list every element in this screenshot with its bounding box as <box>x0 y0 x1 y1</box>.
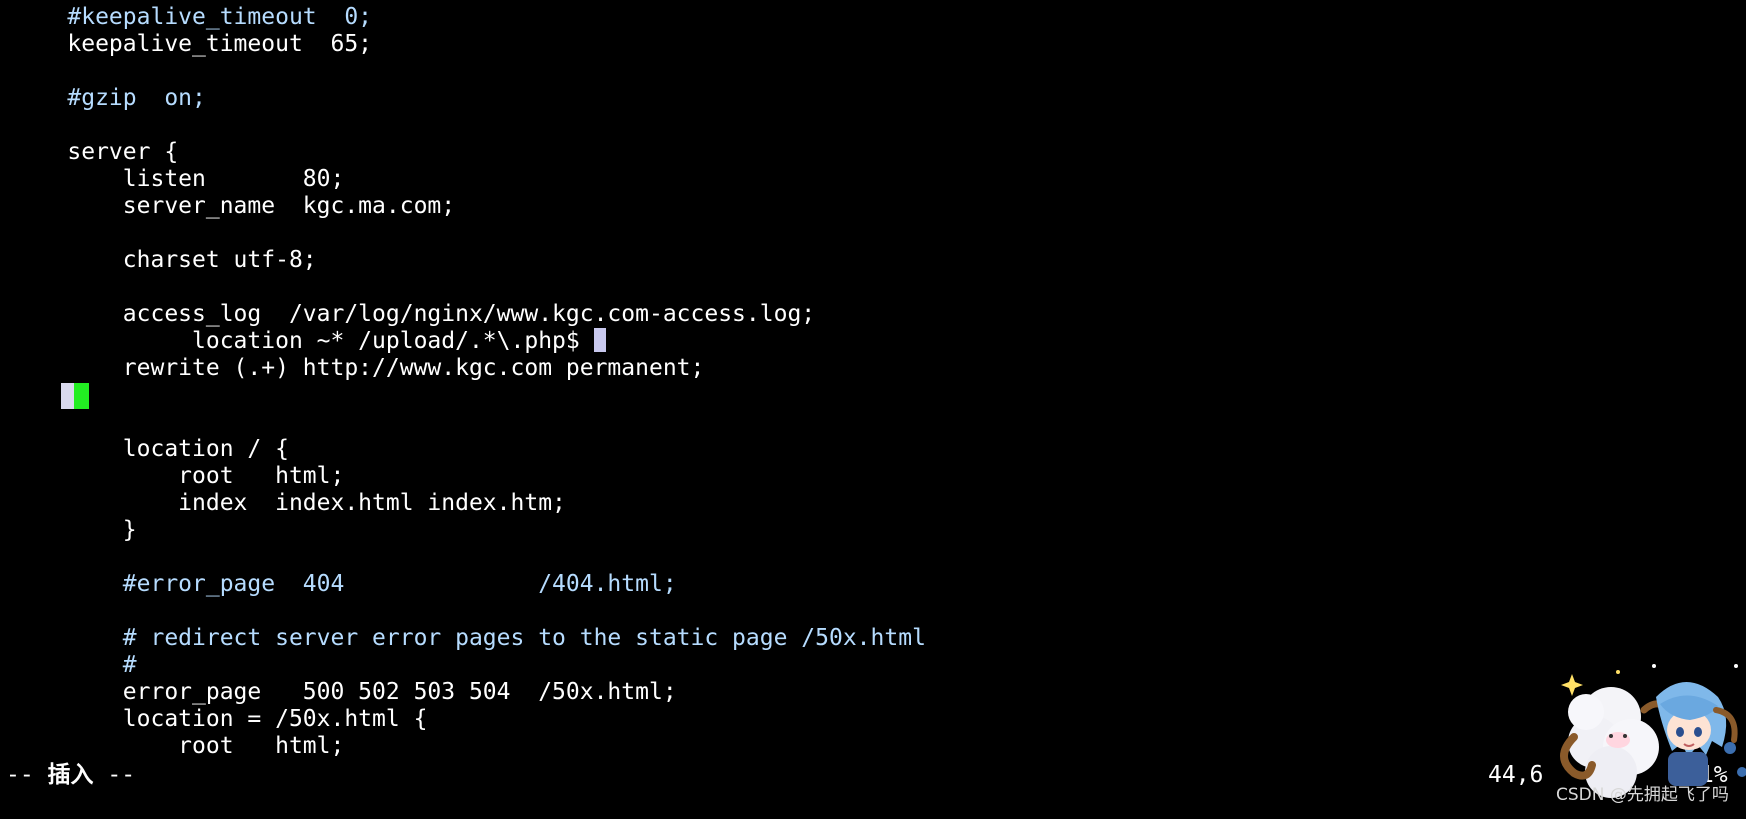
code-text: # redirect server error pages to the sta… <box>122 625 926 651</box>
code-text: server_name kgc.ma.com; <box>122 193 456 219</box>
code-text: } <box>122 517 137 543</box>
code-line: } <box>12 517 137 544</box>
code-text: index index.html index.htm; <box>178 490 566 516</box>
code-text: access_log /var/log/nginx/www.kgc.com-ac… <box>122 301 816 327</box>
code-text: listen 80; <box>122 166 345 192</box>
code-line: rewrite (.+) http://www.kgc.com permanen… <box>12 355 705 382</box>
code-line: # redirect server error pages to the sta… <box>12 625 926 652</box>
code-text: #gzip on; <box>67 85 206 111</box>
terminal-window[interactable]: #keepalive_timeout 0; keepalive_timeout … <box>0 0 1746 815</box>
code-line: server_name kgc.ma.com; <box>12 193 455 220</box>
code-line: #error_page 404 /404.html; <box>12 571 677 598</box>
code-text: keepalive_timeout 65; <box>67 31 373 57</box>
vim-status-line: -- 插入 -- 44,6 31% <box>0 762 1746 789</box>
code-line: location = /50x.html { <box>12 706 428 733</box>
code-text: error_page 500 502 503 504 /50x.html; <box>122 679 677 705</box>
code-line: #gzip on; <box>12 85 206 112</box>
code-text: location = /50x.html { <box>122 706 428 732</box>
code-line: server { <box>12 139 178 166</box>
code-line: index index.html index.htm; <box>12 490 566 517</box>
code-line: #keepalive_timeout 0; <box>12 4 372 31</box>
code-text: location ~* /upload/.*\.php$ <box>192 328 594 354</box>
text-cursor <box>593 328 606 352</box>
code-line: access_log /var/log/nginx/www.kgc.com-ac… <box>12 301 815 328</box>
code-text: root html; <box>178 733 345 759</box>
mode-indicator: -- 插入 -- <box>6 762 136 788</box>
code-line: listen 80; <box>12 166 345 193</box>
code-line: charset utf-8; <box>12 247 317 274</box>
code-line: error_page 500 502 503 504 /50x.html; <box>12 679 677 706</box>
code-text: rewrite (.+) http://www.kgc.com permanen… <box>122 355 705 381</box>
code-line: # <box>12 652 137 679</box>
code-text: server { <box>67 139 179 165</box>
code-line: root html; <box>12 463 344 490</box>
code-text: #error_page 404 /404.html; <box>122 571 677 597</box>
code-text: location / { <box>122 436 289 462</box>
csdn-watermark: CSDN @先拥起飞了吗 <box>1556 785 1729 805</box>
code-line: location / { <box>12 436 289 463</box>
code-text: #keepalive_timeout 0; <box>67 4 373 30</box>
code-line: keepalive_timeout 65; <box>12 31 372 58</box>
cursor-position: 44,6 <box>1488 762 1544 788</box>
code-text: root html; <box>178 463 345 489</box>
insert-cursor <box>61 383 89 409</box>
code-line: location ~* /upload/.*\.php$ <box>12 328 606 355</box>
code-line: root html; <box>12 733 344 760</box>
code-text: # <box>122 652 137 678</box>
code-text: charset utf-8; <box>122 247 317 273</box>
